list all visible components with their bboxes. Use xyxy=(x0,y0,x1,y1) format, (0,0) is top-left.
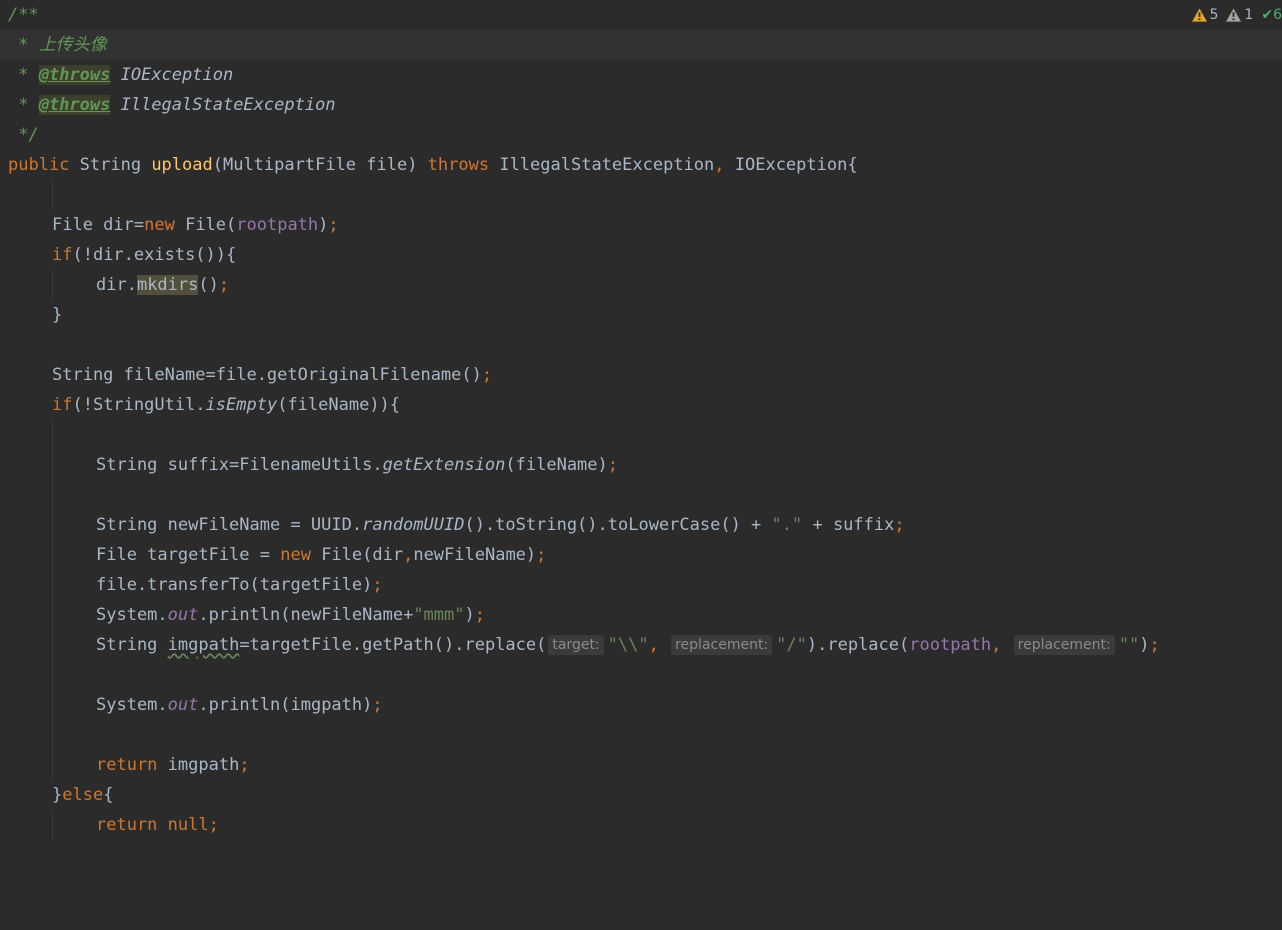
doc-comment-open: /** xyxy=(8,5,39,25)
code-line[interactable]: }else{ xyxy=(0,780,1282,810)
code-line[interactable]: * @throws IOException xyxy=(0,60,1282,90)
indent-guide xyxy=(52,270,53,300)
code-line[interactable]: file.transferTo(targetFile); xyxy=(0,570,1282,600)
code-line[interactable]: File dir=new File(rootpath); xyxy=(0,210,1282,240)
parameter-hint: replacement: xyxy=(671,635,772,655)
code-line[interactable]: /** xyxy=(0,0,1282,30)
code-line[interactable] xyxy=(0,480,1282,510)
code-line[interactable]: System.out.println(newFileName+"mmm"); xyxy=(0,600,1282,630)
indent-guide xyxy=(52,660,53,690)
code-line[interactable] xyxy=(0,180,1282,210)
indent-guide xyxy=(52,690,53,720)
code-line[interactable]: dir.mkdirs(); xyxy=(0,270,1282,300)
indent-guide xyxy=(52,480,53,510)
unused-variable-warning[interactable]: imgpath xyxy=(168,635,240,655)
code-line[interactable]: return imgpath; xyxy=(0,750,1282,780)
parameter-hint: replacement: xyxy=(1014,635,1115,655)
indent-guide xyxy=(52,630,53,660)
indent-guide xyxy=(52,540,53,570)
indent-guide xyxy=(52,810,53,840)
indent-guide xyxy=(52,420,53,450)
code-line[interactable] xyxy=(0,660,1282,690)
doc-comment-close: */ xyxy=(8,125,39,145)
doc-throws-tag: @throws xyxy=(39,65,111,85)
code-line[interactable] xyxy=(0,720,1282,750)
code-line[interactable]: if(!dir.exists()){ xyxy=(0,240,1282,270)
indent-guide xyxy=(52,720,53,750)
code-line[interactable]: * @throws IllegalStateException xyxy=(0,90,1282,120)
highlighted-usage: mkdirs xyxy=(137,275,198,295)
code-line[interactable]: String newFileName = UUID.randomUUID().t… xyxy=(0,510,1282,540)
indent-guide xyxy=(52,180,53,210)
code-editor[interactable]: 5 1 ✔ 6 /** * 上传头像 * @throws IOException… xyxy=(0,0,1282,847)
code-line[interactable]: String imgpath=targetFile.getPath().repl… xyxy=(0,630,1282,660)
code-line[interactable]: String suffix=FilenameUtils.getExtension… xyxy=(0,450,1282,480)
parameter-hint: target: xyxy=(548,635,603,655)
code-line[interactable]: System.out.println(imgpath); xyxy=(0,690,1282,720)
code-line[interactable]: */ xyxy=(0,120,1282,150)
doc-throws-tag: @throws xyxy=(39,95,111,115)
indent-guide xyxy=(52,570,53,600)
code-line[interactable]: String fileName=file.getOriginalFilename… xyxy=(0,360,1282,390)
code-line[interactable]: if(!StringUtil.isEmpty(fileName)){ xyxy=(0,390,1282,420)
indent-guide xyxy=(52,510,53,540)
code-line-current[interactable]: * 上传头像 xyxy=(0,30,1282,60)
code-line[interactable]: return null; xyxy=(0,810,1282,840)
indent-guide xyxy=(52,750,53,780)
indent-guide xyxy=(52,600,53,630)
code-line-method-signature[interactable]: public String upload(MultipartFile file)… xyxy=(0,150,1282,180)
indent-guide xyxy=(52,450,53,480)
code-line[interactable]: File targetFile = new File(dir,newFileNa… xyxy=(0,540,1282,570)
code-line[interactable]: } xyxy=(0,300,1282,330)
doc-comment-text: * 上传头像 xyxy=(8,35,107,55)
code-line[interactable] xyxy=(0,330,1282,360)
code-line[interactable] xyxy=(0,420,1282,450)
method-name[interactable]: upload xyxy=(151,155,212,175)
